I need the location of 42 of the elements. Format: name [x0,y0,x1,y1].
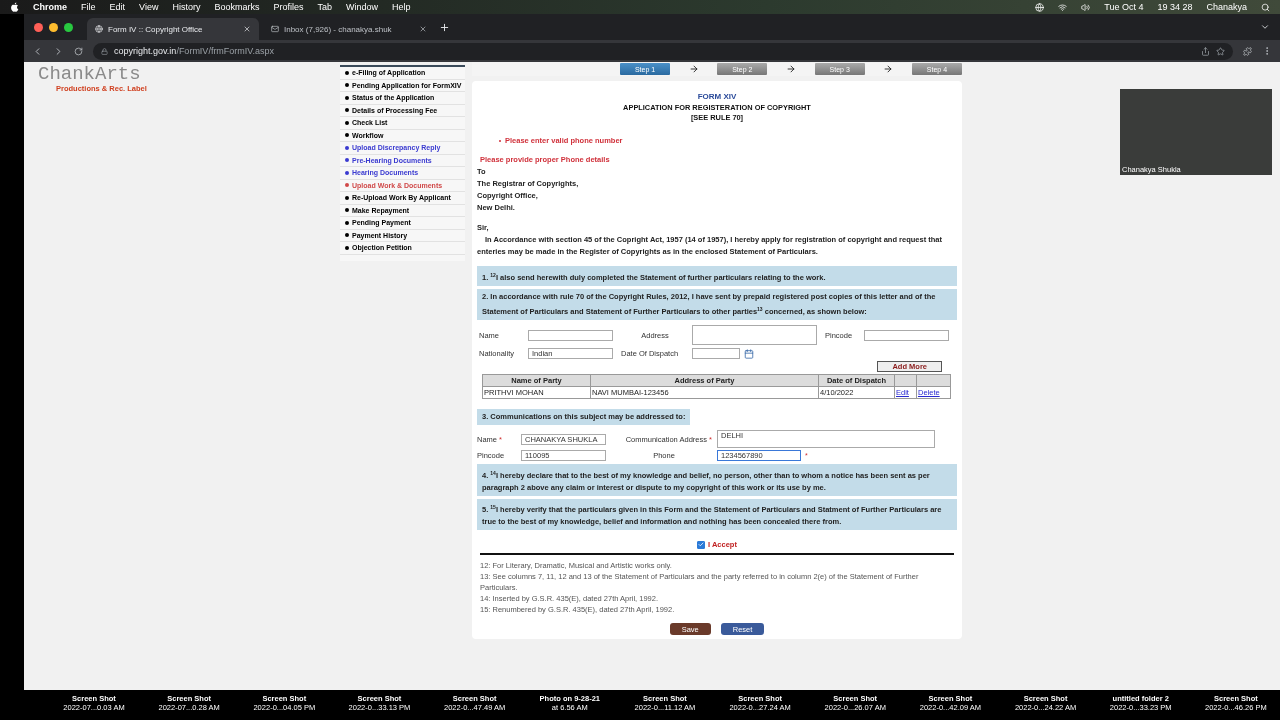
address-bar[interactable]: copyright.gov.in/FormIV/frmFormIV.aspx [93,42,1233,60]
menu-item[interactable]: View [139,2,159,12]
form-title: FORM XIV [696,91,738,103]
menu-item[interactable]: Tab [317,2,332,12]
puzzle-icon[interactable] [1243,46,1252,56]
apple-logo-icon[interactable] [10,2,19,12]
menu-item[interactable]: Bookmarks [214,2,260,12]
menu-date[interactable]: Tue Oct 4 [1104,2,1144,12]
menu-item[interactable]: Profiles [273,2,304,12]
close-icon[interactable] [419,25,427,33]
star-icon[interactable] [1216,46,1225,56]
new-tab-icon[interactable] [439,21,450,33]
globe-icon [95,25,103,33]
input-field[interactable] [864,329,949,341]
wifi-icon[interactable] [1058,2,1068,12]
menu-item[interactable]: Help [392,2,411,12]
arrow-icon [688,64,699,74]
chevron-down-icon[interactable] [1260,22,1270,32]
share-icon[interactable] [1201,46,1210,56]
arrow-icon [786,64,796,74]
menu-item[interactable]: Chrome [33,2,67,12]
input-field[interactable] [528,329,613,341]
check-icon [698,541,705,549]
textarea-field[interactable] [692,325,817,346]
arrow-icon [883,64,894,74]
mail-icon [271,25,279,33]
volume-icon[interactable] [1081,2,1091,12]
accept-checkbox[interactable] [697,540,706,549]
menu-item[interactable]: History [172,2,201,12]
logo-text: ChankArts [38,65,141,84]
search-icon[interactable] [1261,2,1270,12]
reload-icon[interactable] [74,46,83,56]
menu-item[interactable]: Window [345,2,378,12]
calendar-icon[interactable] [744,348,754,359]
menu-item[interactable]: File [81,2,96,12]
menu-user[interactable]: Chanakya [1206,2,1247,12]
lock-icon [101,47,108,55]
menu-item[interactable]: Edit [109,2,126,12]
date-field[interactable] [692,348,740,360]
browser-tab[interactable]: Form IV :: Copyright Office [87,18,259,40]
browser-tab[interactable]: Inbox (7,926) - chanakya.shuk [263,18,435,40]
menu-clock[interactable]: 19 34 28 [1157,2,1193,12]
